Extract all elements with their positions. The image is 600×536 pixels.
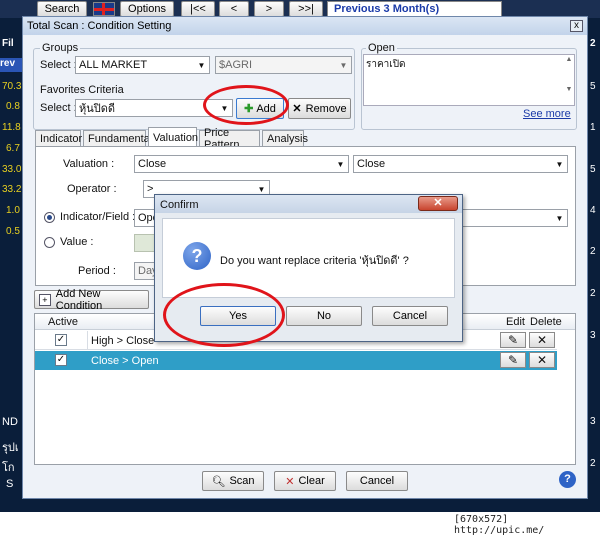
indicator-radio[interactable] [44,212,55,223]
yes-highlight-circle [163,283,285,347]
add-highlight-circle [203,85,289,125]
bg-left-value: 33.0 [2,164,22,175]
remove-favorite-button[interactable]: ✕ Remove [288,98,351,119]
remove-icon: ✕ [292,103,302,115]
favorites-select-label: Select : [40,102,77,114]
groups-select-label: Select : [40,59,77,71]
bg-left-value: 0.5 [6,226,20,237]
value-label: Value : [60,236,94,248]
delete-x-icon[interactable]: ✕ [529,332,555,348]
window-close-icon[interactable]: x [570,20,583,32]
operator-label: Operator : [67,183,117,195]
magnifier-icon: 🔍︎ [211,475,226,488]
last-button[interactable]: >>| [289,1,323,17]
bg-left-label-2: rev [0,58,22,72]
tab-price-pattern[interactable]: Price Pattern [199,127,260,151]
bg-right-value: 3 [590,330,596,341]
bg-right-value: 3 [590,416,596,427]
bg-right-value: 2 [590,288,596,299]
confirm-titlebar [155,195,462,213]
next-button[interactable]: > [254,1,284,17]
bg-left-label-1: Fil [2,38,14,49]
first-button[interactable]: |<< [181,1,215,17]
tab-valuation[interactable]: Valuation [148,127,198,147]
bg-right-value: 4 [590,205,596,216]
clear-button[interactable]: ✕ Clear [274,471,336,491]
bg-left-value: 0.8 [6,101,20,112]
bg-right-value: 2 [590,458,596,469]
see-more-link[interactable]: See more [523,108,571,120]
tab-fundamental[interactable]: Fundamental [83,130,152,146]
edit-pencil-icon[interactable]: ✎ [500,332,526,348]
chevron-down-icon: ▼ [197,60,206,70]
search-button[interactable]: Search [37,1,87,17]
chevron-down-icon: ▼ [339,60,348,70]
value-radio[interactable] [44,237,55,248]
bg-right-value: 5 [590,81,596,92]
valuation-label: Valuation : [63,158,115,170]
watermark-text: [670x572] http://upic.me/ [454,514,545,536]
chevron-down-icon: ▼ [336,159,345,169]
scan-button[interactable]: 🔍︎ Scan [202,471,264,491]
bg-right-value: 1 [590,122,596,133]
open-legend: Open [366,42,397,54]
uk-flag-icon[interactable] [93,2,115,16]
bg-left-value: 70.3 [2,81,22,92]
bg-right-value: 2 [590,246,596,257]
bg-left-value: 33.2 [2,184,22,195]
open-scrollbar[interactable]: ▲ ▼ [564,55,574,105]
row-condition-text: High > Close [91,335,155,347]
chevron-down-icon: ▼ [555,213,564,223]
chevron-down-icon: ▼ [555,159,564,169]
bg-right-value: 2 [590,38,596,49]
cancel-button[interactable]: Cancel [346,471,408,491]
no-button[interactable]: No [286,306,362,326]
row-condition-text [87,331,88,350]
indicator-field-label: Indicator/Field : [60,211,136,223]
valuation-field-select[interactable]: Close ▼ [353,155,568,173]
bg-left-value: 1.0 [6,205,20,216]
bg-left-text: รุปเ [2,442,19,454]
bg-left-text: ND [2,416,18,428]
tab-analysis[interactable]: Analysis [262,130,308,146]
bg-left-text: โก [2,462,15,474]
col-edit-header: Edit [506,316,525,328]
prev-button[interactable]: < [219,1,249,17]
sector-select[interactable]: $AGRI ▼ [215,56,352,74]
favorites-legend: Favorites Criteria [40,84,124,96]
help-icon[interactable]: ? [559,471,576,488]
edit-pencil-icon[interactable]: ✎ [500,352,526,368]
question-icon: ? [183,242,211,270]
groups-legend: Groups [40,42,81,54]
col-delete-header: Delete [530,316,562,328]
row-condition-text: Close > Open [91,355,159,367]
period-selector[interactable]: Previous 3 Month(s) [327,1,502,17]
delete-x-icon[interactable]: ✕ [529,352,555,368]
row-active-checkbox[interactable]: ✓ [55,354,67,366]
bg-right-value: 5 [590,164,596,175]
row-active-checkbox[interactable]: ✓ [55,334,67,346]
bg-left-value: 6.7 [6,143,20,154]
valuation-select[interactable]: Close ▼ [134,155,349,173]
options-button[interactable]: Options [120,1,174,17]
open-description: ราคาเปิด [363,54,575,106]
period-label: Period : [78,265,116,277]
bg-left-value: 11.8 [2,122,21,133]
confirm-message: Do you want replace criteria 'หุ้นปิดดี'… [220,255,409,267]
window-title: Total Scan : Condition Setting [27,20,172,32]
col-active-header: Active [48,316,78,328]
eraser-icon: ✕ [285,475,295,488]
add-new-condition-button[interactable]: + Add New Condition [34,288,149,312]
dialog-cancel-button[interactable]: Cancel [372,306,448,326]
bg-left-text: S [6,478,14,490]
confirm-close-icon[interactable]: ✕ [418,196,458,211]
confirm-title: Confirm [160,199,199,211]
tab-indicator[interactable]: Indicator [35,130,82,146]
add-condition-icon: + [39,293,51,306]
market-select[interactable]: ALL MARKET ▼ [75,56,210,74]
